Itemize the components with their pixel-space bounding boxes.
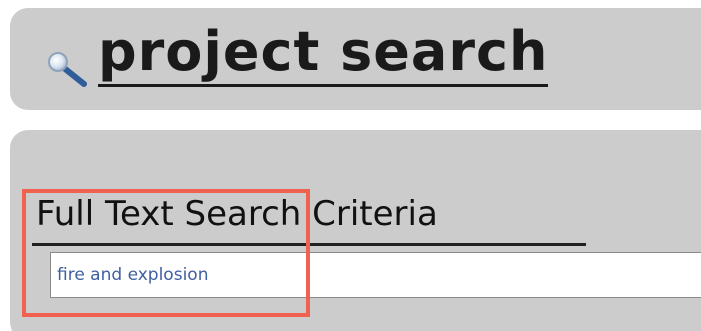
full-text-search-input[interactable] bbox=[50, 252, 701, 298]
search-icon bbox=[48, 52, 87, 87]
page-title-link[interactable]: project search bbox=[98, 20, 549, 87]
page: project search Full Text Search Criteria bbox=[0, 0, 701, 331]
section-title-underline bbox=[32, 243, 586, 246]
section-title: Full Text Search Criteria bbox=[36, 194, 438, 234]
